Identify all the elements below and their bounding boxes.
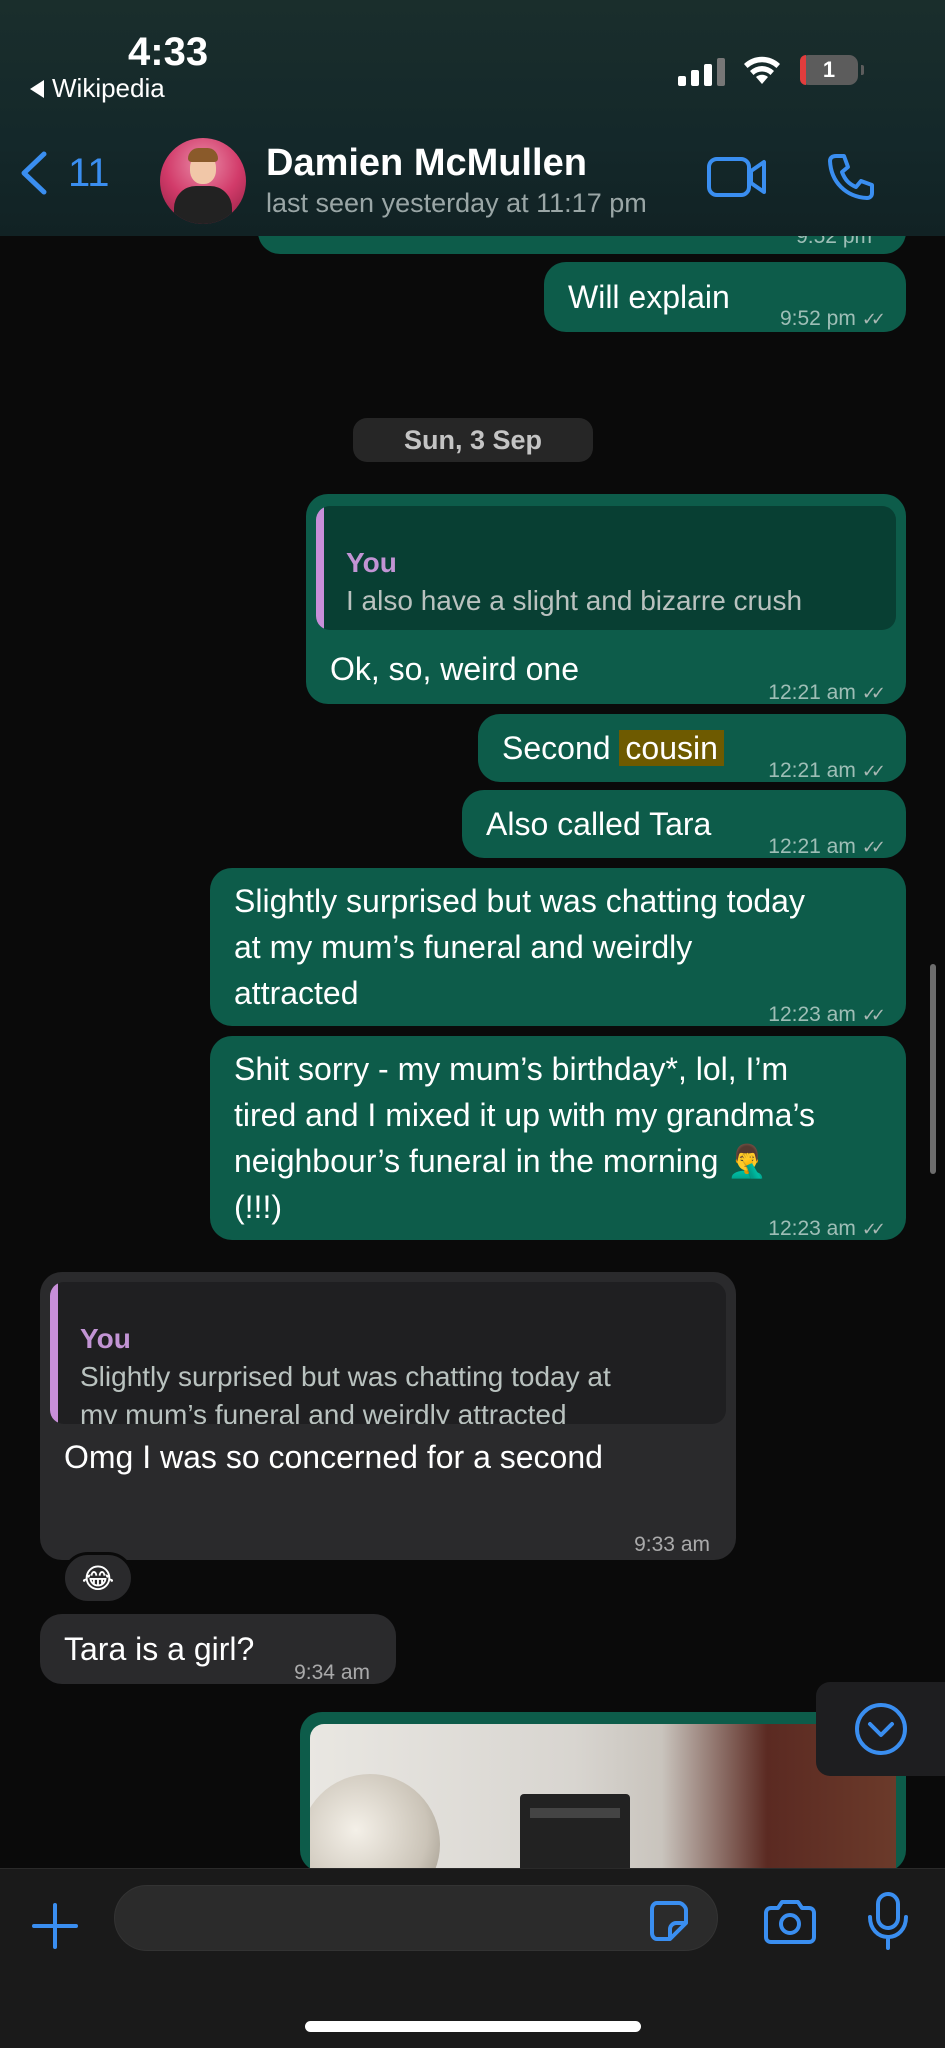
message-text-line: (!!!) — [234, 1189, 282, 1225]
message-text-line: attracted — [234, 975, 359, 1011]
message-text: Tara is a girl? — [64, 1631, 255, 1667]
message-text-line: Shit sorry - my mum’s birthday*, lol, I’… — [234, 1051, 789, 1087]
message-bubble-outgoing[interactable]: Shit sorry - my mum’s birthday*, lol, I’… — [210, 1036, 906, 1240]
sticker-icon[interactable] — [646, 1899, 690, 1943]
message-bubble-outgoing[interactable]: Slightly surprised but was chatting toda… — [210, 868, 906, 1026]
message-text-line: neighbour’s funeral in the morning 🤦‍♂️ — [234, 1143, 768, 1179]
message-bubble-outgoing[interactable]: Also called Tara 12:21 am ✓✓ — [462, 790, 906, 858]
plus-icon[interactable] — [30, 1901, 80, 1951]
message-time: 12:21 am — [768, 835, 856, 858]
read-ticks-icon: ✓✓ — [861, 683, 886, 703]
message-text: Second — [502, 730, 611, 766]
message-text-line: tired and I mixed it up with my grandma’… — [234, 1097, 815, 1133]
read-ticks-icon: ✓✓ — [861, 1005, 886, 1025]
scrollbar[interactable] — [930, 964, 936, 1174]
message-text: Ok, so, weird one — [330, 651, 579, 687]
message-bubble-outgoing[interactable]: Second cousin 12:21 am ✓✓ — [478, 714, 906, 782]
message-text: Omg I was so concerned for a second — [64, 1439, 603, 1475]
message-time: 9:33 am — [634, 1533, 710, 1556]
read-ticks-icon: ✓✓ — [861, 309, 886, 329]
read-ticks-icon: ✓✓ — [861, 761, 886, 781]
reaction-emoji: 😂 — [81, 1562, 115, 1594]
back-triangle-icon — [30, 79, 44, 98]
quoted-message[interactable]: You I also have a slight and bizarre cru… — [316, 506, 896, 630]
status-back-to-app[interactable]: Wikipedia — [30, 73, 165, 104]
quote-author: You — [80, 1323, 131, 1354]
quote-text-line: Slightly surprised but was chatting toda… — [80, 1361, 611, 1392]
microphone-icon[interactable] — [866, 1891, 910, 1951]
message-text-line: Slightly surprised but was chatting toda… — [234, 883, 805, 919]
read-ticks-icon: ✓✓ — [861, 837, 886, 857]
message-bubble-outgoing[interactable]: You I also have a slight and bizarre cru… — [306, 494, 906, 704]
message-composer — [0, 1868, 945, 2048]
chat-header: 4:33 Wikipedia 1 11 Damien McMullen last… — [0, 0, 945, 236]
status-time: 4:33 — [128, 30, 209, 74]
quote-text: I also have a slight and bizarre crush — [346, 585, 803, 616]
message-text: Will explain — [568, 279, 730, 315]
message-time: 12:23 am — [768, 1003, 856, 1026]
date-separator: Sun, 3 Sep — [353, 418, 593, 462]
wifi-icon — [744, 56, 780, 84]
camera-icon[interactable] — [762, 1899, 818, 1945]
avatar[interactable] — [160, 138, 246, 224]
unread-count: 11 — [68, 150, 110, 195]
message-bubble-outgoing[interactable]: Will explain 9:52 pm ✓✓ — [544, 262, 906, 332]
read-ticks-icon: ✓✓ — [861, 1219, 886, 1239]
message-bubble-incoming[interactable]: Tara is a girl? 9:34 am — [40, 1614, 396, 1684]
video-camera-icon[interactable] — [706, 156, 768, 198]
chevron-left-icon — [21, 151, 47, 195]
message-time: 9:34 am — [294, 1661, 370, 1684]
quote-bar — [316, 506, 324, 630]
message-text-line: at my mum’s funeral and weirdly — [234, 929, 693, 965]
search-highlight: cousin — [619, 730, 724, 766]
message-time: 12:23 am — [768, 1217, 856, 1240]
message-text: Also called Tara — [486, 806, 712, 842]
contact-name[interactable]: Damien McMullen — [266, 142, 587, 185]
quote-bar — [50, 1282, 58, 1424]
chevron-down-circle-icon — [854, 1703, 907, 1755]
battery-icon: 1 — [800, 55, 864, 85]
photo[interactable] — [310, 1724, 896, 1872]
last-seen-status: last seen yesterday at 11:17 pm — [266, 188, 647, 218]
quote-author: You — [346, 547, 397, 578]
phone-icon[interactable] — [826, 152, 876, 202]
reaction-badge[interactable]: 😂 — [62, 1552, 134, 1604]
battery-level: 1 — [822, 57, 836, 82]
message-time: 9:52 pm — [779, 307, 856, 330]
message-time: 12:21 am — [768, 759, 856, 782]
message-time: 12:21 am — [768, 681, 856, 704]
message-bubble-incoming[interactable]: You Slightly surprised but was chatting … — [40, 1272, 736, 1560]
cellular-signal-icon — [678, 58, 725, 86]
scroll-to-bottom-button[interactable] — [816, 1682, 945, 1776]
quoted-message[interactable]: You Slightly surprised but was chatting … — [50, 1282, 726, 1424]
home-indicator[interactable] — [305, 2021, 641, 2032]
status-back-label: Wikipedia — [52, 73, 165, 103]
quote-text-line: my mum’s funeral and weirdly attracted — [80, 1399, 567, 1424]
message-input[interactable] — [114, 1885, 718, 1951]
back-button[interactable]: 11 — [18, 150, 110, 196]
